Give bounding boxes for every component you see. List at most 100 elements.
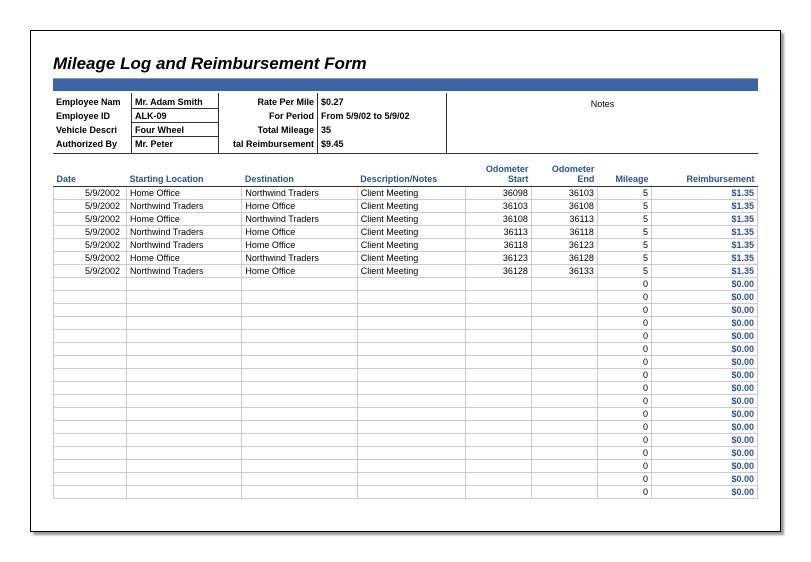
cell-dest[interactable]: Northwind Traders (242, 251, 357, 264)
cell-reimb[interactable]: $1.35 (651, 251, 757, 264)
cell-mileage[interactable]: 0 (597, 277, 651, 290)
cell-start[interactable] (126, 407, 241, 420)
cell-odo-end[interactable]: 36118 (531, 225, 597, 238)
cell-mileage[interactable]: 0 (597, 355, 651, 368)
cell-desc[interactable] (357, 342, 465, 355)
cell-date[interactable] (54, 407, 127, 420)
cell-start[interactable] (126, 381, 241, 394)
cell-odo-start[interactable] (466, 433, 532, 446)
cell-dest[interactable] (242, 342, 357, 355)
cell-desc[interactable]: Client Meeting (357, 264, 465, 277)
cell-odo-end[interactable]: 36103 (531, 186, 597, 199)
cell-date[interactable]: 5/9/2002 (54, 238, 127, 251)
cell-start[interactable] (126, 355, 241, 368)
cell-desc[interactable] (357, 368, 465, 381)
cell-mileage[interactable]: 0 (597, 303, 651, 316)
cell-odo-end[interactable] (531, 277, 597, 290)
value-employee-name[interactable]: Mr. Adam Smith (132, 95, 218, 109)
cell-start[interactable]: Northwind Traders (126, 199, 241, 212)
cell-start[interactable] (126, 485, 241, 498)
cell-start[interactable]: Home Office (126, 251, 241, 264)
cell-date[interactable]: 5/9/2002 (54, 186, 127, 199)
cell-mileage[interactable]: 0 (597, 420, 651, 433)
cell-odo-end[interactable]: 36108 (531, 199, 597, 212)
cell-reimb[interactable]: $0.00 (651, 420, 757, 433)
cell-desc[interactable] (357, 316, 465, 329)
cell-date[interactable]: 5/9/2002 (54, 251, 127, 264)
cell-desc[interactable] (357, 433, 465, 446)
cell-odo-end[interactable] (531, 368, 597, 381)
cell-odo-start[interactable] (466, 342, 532, 355)
cell-reimb[interactable]: $0.00 (651, 381, 757, 394)
cell-odo-end[interactable] (531, 472, 597, 485)
cell-mileage[interactable]: 0 (597, 316, 651, 329)
cell-odo-start[interactable]: 36103 (466, 199, 532, 212)
cell-reimb[interactable]: $0.00 (651, 485, 757, 498)
cell-date[interactable] (54, 485, 127, 498)
cell-mileage[interactable]: 0 (597, 368, 651, 381)
cell-start[interactable] (126, 433, 241, 446)
cell-mileage[interactable]: 5 (597, 251, 651, 264)
cell-reimb[interactable]: $0.00 (651, 316, 757, 329)
cell-desc[interactable] (357, 329, 465, 342)
cell-dest[interactable]: Home Office (242, 225, 357, 238)
cell-reimb[interactable]: $0.00 (651, 433, 757, 446)
cell-desc[interactable] (357, 459, 465, 472)
cell-desc[interactable] (357, 277, 465, 290)
cell-date[interactable] (54, 394, 127, 407)
cell-desc[interactable]: Client Meeting (357, 212, 465, 225)
cell-mileage[interactable]: 0 (597, 446, 651, 459)
cell-odo-start[interactable]: 36118 (466, 238, 532, 251)
cell-odo-start[interactable] (466, 303, 532, 316)
cell-desc[interactable] (357, 355, 465, 368)
cell-mileage[interactable]: 0 (597, 329, 651, 342)
cell-odo-end[interactable]: 36113 (531, 212, 597, 225)
cell-dest[interactable] (242, 316, 357, 329)
cell-start[interactable] (126, 342, 241, 355)
cell-reimb[interactable]: $0.00 (651, 459, 757, 472)
cell-odo-start[interactable]: 36108 (466, 212, 532, 225)
cell-start[interactable] (126, 368, 241, 381)
cell-desc[interactable]: Client Meeting (357, 238, 465, 251)
cell-dest[interactable] (242, 355, 357, 368)
cell-odo-start[interactable] (466, 368, 532, 381)
cell-odo-start[interactable] (466, 355, 532, 368)
cell-reimb[interactable]: $0.00 (651, 290, 757, 303)
cell-mileage[interactable]: 5 (597, 212, 651, 225)
cell-odo-start[interactable] (466, 290, 532, 303)
cell-date[interactable]: 5/9/2002 (54, 264, 127, 277)
cell-dest[interactable] (242, 459, 357, 472)
cell-odo-end[interactable] (531, 342, 597, 355)
cell-date[interactable] (54, 459, 127, 472)
cell-odo-start[interactable] (466, 459, 532, 472)
value-rate[interactable]: $0.27 (318, 95, 446, 109)
cell-reimb[interactable]: $0.00 (651, 342, 757, 355)
cell-odo-end[interactable] (531, 407, 597, 420)
cell-desc[interactable]: Client Meeting (357, 186, 465, 199)
cell-date[interactable] (54, 368, 127, 381)
cell-desc[interactable]: Client Meeting (357, 225, 465, 238)
cell-reimb[interactable]: $0.00 (651, 394, 757, 407)
cell-odo-end[interactable] (531, 303, 597, 316)
cell-desc[interactable] (357, 303, 465, 316)
cell-date[interactable]: 5/9/2002 (54, 212, 127, 225)
cell-dest[interactable] (242, 446, 357, 459)
cell-mileage[interactable]: 5 (597, 199, 651, 212)
value-period[interactable]: From 5/9/02 to 5/9/02 (318, 109, 446, 123)
cell-start[interactable] (126, 316, 241, 329)
cell-odo-start[interactable] (466, 381, 532, 394)
cell-odo-end[interactable] (531, 459, 597, 472)
cell-start[interactable] (126, 420, 241, 433)
cell-odo-end[interactable]: 36128 (531, 251, 597, 264)
cell-odo-start[interactable] (466, 277, 532, 290)
cell-odo-start[interactable]: 36113 (466, 225, 532, 238)
cell-date[interactable]: 5/9/2002 (54, 199, 127, 212)
value-employee-id[interactable]: ALK-09 (132, 109, 218, 123)
cell-mileage[interactable]: 5 (597, 225, 651, 238)
cell-date[interactable]: 5/9/2002 (54, 225, 127, 238)
cell-desc[interactable] (357, 381, 465, 394)
cell-odo-start[interactable] (466, 407, 532, 420)
cell-mileage[interactable]: 5 (597, 186, 651, 199)
cell-start[interactable] (126, 329, 241, 342)
cell-start[interactable]: Northwind Traders (126, 264, 241, 277)
